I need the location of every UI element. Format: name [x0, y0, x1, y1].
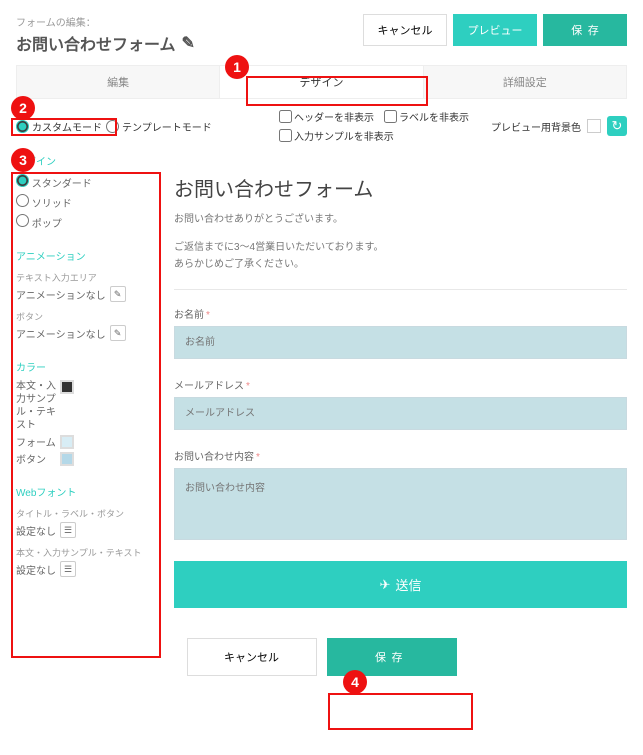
- callout-3: 3: [11, 148, 35, 172]
- design-standard-radio[interactable]: スタンダード: [16, 174, 156, 190]
- callout-2: 2: [11, 96, 35, 120]
- preview-thanks: お問い合わせありがとうございます。: [174, 210, 627, 225]
- design-solid-radio[interactable]: ソリッド: [16, 194, 156, 210]
- header: フォームの編集： お問い合わせフォーム ✎ キャンセル プレビュー 保存: [0, 0, 643, 65]
- callout-4: 4: [343, 670, 367, 694]
- color-body-swatch[interactable]: [60, 380, 74, 394]
- email-label: メールアドレス: [174, 381, 244, 392]
- anim-button-edit-icon[interactable]: ✎: [110, 325, 126, 341]
- hide-header-checkbox[interactable]: ヘッダーを非表示: [279, 109, 374, 124]
- tab-design[interactable]: デザイン: [220, 66, 423, 98]
- font-title-label: タイトル・ラベル・ボタン: [16, 507, 156, 520]
- preview-note1: ご返信までに3～4営業日いただいております。: [174, 239, 627, 256]
- mode-custom-radio[interactable]: カスタムモード: [16, 119, 102, 134]
- font-body-edit-icon[interactable]: ☰: [60, 561, 76, 577]
- font-title-edit-icon[interactable]: ☰: [60, 522, 76, 538]
- color-section-title: カラー: [16, 359, 156, 374]
- footer-cancel-button[interactable]: キャンセル: [187, 638, 317, 676]
- callout-1: 1: [225, 55, 249, 79]
- required-mark: *: [256, 452, 260, 463]
- color-body-label: 本文・入力サンプル・テキスト: [16, 380, 56, 432]
- tabs: 編集 デザイン 詳細設定: [16, 65, 627, 99]
- anim-input-label: テキスト入力エリア: [16, 271, 156, 284]
- preview-divider: [174, 289, 627, 290]
- preview-note2: あらかじめご了承ください。: [174, 256, 627, 273]
- name-input[interactable]: [174, 326, 627, 359]
- mode-template-radio[interactable]: テンプレートモード: [106, 119, 212, 134]
- color-form-swatch[interactable]: [60, 435, 74, 449]
- footer: キャンセル 保存: [0, 624, 643, 690]
- color-form-label: フォーム: [16, 434, 56, 449]
- anim-button-value: アニメーションなし: [16, 326, 106, 341]
- email-input[interactable]: [174, 397, 627, 430]
- anim-section-title: アニメーション: [16, 248, 156, 263]
- hide-sample-checkbox[interactable]: 入力サンプルを非表示: [279, 128, 469, 143]
- tab-detail[interactable]: 詳細設定: [424, 66, 626, 98]
- preview-title: お問い合わせフォーム: [174, 173, 627, 202]
- anim-input-value: アニメーションなし: [16, 287, 106, 302]
- body-label: お問い合わせ内容: [174, 452, 254, 463]
- send-icon: ✈: [380, 577, 391, 593]
- font-section-title: Webフォント: [16, 484, 156, 499]
- save-button[interactable]: 保存: [543, 14, 627, 46]
- bg-color-swatch[interactable]: [587, 119, 601, 133]
- anim-input-edit-icon[interactable]: ✎: [110, 286, 126, 302]
- options-row: カスタムモード テンプレートモード ヘッダーを非表示 ラベルを非表示 入力サンプ…: [0, 99, 643, 153]
- font-body-value: 設定なし: [16, 562, 56, 577]
- submit-button[interactable]: ✈ 送信: [174, 561, 627, 608]
- design-sidebar: デザイン スタンダード ソリッド ポップ アニメーション テキスト入力エリア ア…: [16, 153, 156, 595]
- hide-label-checkbox[interactable]: ラベルを非表示: [384, 109, 469, 124]
- title-text: お問い合わせフォーム: [16, 31, 176, 55]
- refresh-icon[interactable]: ↻: [607, 116, 627, 136]
- preview-button[interactable]: プレビュー: [453, 14, 537, 46]
- highlight-save: [328, 693, 473, 730]
- anim-button-label: ボタン: [16, 310, 156, 323]
- form-preview: お問い合わせフォーム お問い合わせありがとうございます。 ご返信までに3～4営業…: [174, 153, 627, 608]
- edit-title-icon[interactable]: ✎: [182, 33, 195, 53]
- required-mark: *: [206, 310, 210, 321]
- design-section-title: デザイン: [16, 153, 156, 168]
- header-subtitle: フォームの編集：: [16, 14, 195, 29]
- color-button-swatch[interactable]: [60, 452, 74, 466]
- page-title: お問い合わせフォーム ✎: [16, 31, 195, 55]
- footer-save-button[interactable]: 保存: [327, 638, 457, 676]
- name-label: お名前: [174, 310, 204, 321]
- body-textarea[interactable]: [174, 468, 627, 540]
- font-body-label: 本文・入力サンプル・テキスト: [16, 546, 156, 559]
- design-pop-radio[interactable]: ポップ: [16, 214, 156, 230]
- required-mark: *: [246, 381, 250, 392]
- cancel-button[interactable]: キャンセル: [363, 14, 447, 46]
- font-title-value: 設定なし: [16, 523, 56, 538]
- color-button-label: ボタン: [16, 451, 56, 466]
- tab-edit[interactable]: 編集: [17, 66, 220, 98]
- bg-color-label: プレビュー用背景色: [491, 119, 581, 134]
